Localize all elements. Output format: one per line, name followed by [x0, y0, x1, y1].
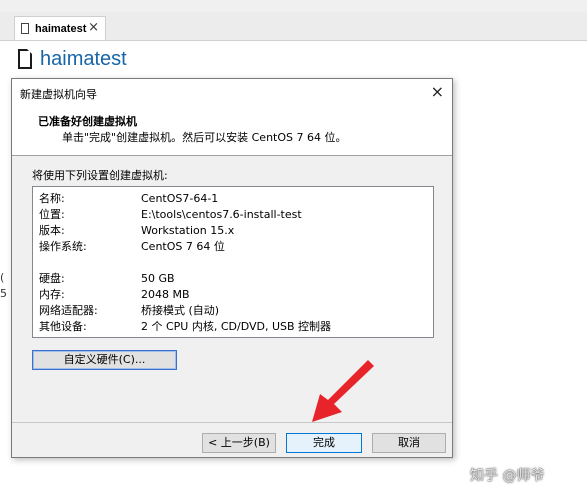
summary-key: 版本:: [39, 224, 65, 237]
cancel-button[interactable]: 取消: [372, 433, 446, 453]
left-edge-text: ( 5: [0, 270, 7, 302]
vm-document-icon: [18, 49, 32, 69]
vm-title: haimatest: [18, 46, 127, 72]
summary-key: 名称:: [39, 192, 65, 205]
left-edge-char: (: [0, 271, 5, 284]
vm-title-text: haimatest: [40, 47, 127, 70]
summary-value: E:\tools\centos7.6-install-test: [141, 208, 302, 221]
summary-key: 内存:: [39, 288, 65, 301]
summary-key: 操作系统:: [39, 240, 87, 253]
arrow-shape: [312, 360, 374, 422]
finish-button[interactable]: 完成: [286, 433, 362, 453]
new-vm-wizard-dialog: 新建虚拟机向导 × 已准备好创建虚拟机 单击"完成"创建虚拟机。然后可以安装 C…: [11, 78, 453, 458]
settings-summary-box: 名称: CentOS7-64-1 位置: E:\tools\centos7.6-…: [32, 186, 434, 338]
dialog-header: 已准备好创建虚拟机 单击"完成"创建虚拟机。然后可以安装 CentOS 7 64…: [12, 105, 452, 156]
red-arrow-annotation: [312, 360, 374, 422]
dialog-title: 新建虚拟机向导: [20, 88, 97, 101]
customize-hardware-button[interactable]: 自定义硬件(C)...: [32, 350, 177, 370]
tab-haimatest[interactable]: haimatest ×: [14, 16, 106, 40]
dialog-heading: 已准备好创建虚拟机: [38, 115, 137, 128]
summary-value: CentOS 7 64 位: [141, 240, 225, 253]
vm-document-icon: [21, 23, 29, 34]
tab-label: haimatest: [35, 22, 87, 35]
summary-value: 2 个 CPU 内核, CD/DVD, USB 控制器: [141, 320, 332, 333]
summary-value: CentOS7-64-1: [141, 192, 219, 205]
summary-value: 50 GB: [141, 272, 175, 285]
summary-key: 硬盘:: [39, 272, 65, 285]
tab-close-icon[interactable]: ×: [88, 20, 99, 35]
watermark: 知乎 @师爷: [470, 468, 545, 484]
summary-key: 位置:: [39, 208, 65, 221]
dialog-titlebar: 新建虚拟机向导 ×: [12, 79, 452, 105]
summary-value: 桥接模式 (自动): [141, 304, 220, 317]
back-button[interactable]: < 上一步(B): [202, 433, 276, 453]
dialog-separator: [12, 422, 452, 423]
summary-key: 网络适配器:: [39, 304, 98, 317]
summary-value: Workstation 15.x: [141, 224, 235, 237]
dialog-subtitle: 单击"完成"创建虚拟机。然后可以安装 CentOS 7 64 位。: [62, 131, 347, 144]
left-edge-char: 5: [0, 287, 7, 300]
tab-bar: haimatest ×: [0, 12, 587, 41]
summary-key: 其他设备:: [39, 320, 87, 333]
summary-value: 2048 MB: [141, 288, 190, 301]
settings-group-label: 将使用下列设置创建虚拟机:: [32, 169, 168, 182]
close-icon[interactable]: ×: [431, 82, 444, 101]
